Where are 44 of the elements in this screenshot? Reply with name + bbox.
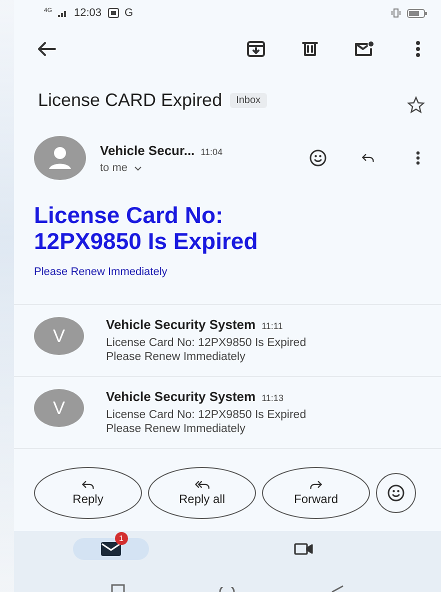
sender-name: Vehicle Security System xyxy=(106,389,256,404)
carrier-label: G xyxy=(124,7,134,19)
unread-badge: 1 xyxy=(114,532,128,545)
avatar: V xyxy=(34,317,84,355)
emoji-reaction-button[interactable] xyxy=(307,147,329,169)
sender-name: Vehicle Secur... xyxy=(100,142,195,158)
smiley-icon xyxy=(387,484,405,502)
signal-icon xyxy=(58,9,68,17)
back-icon[interactable] xyxy=(330,585,344,592)
reply-button[interactable]: Reply xyxy=(34,467,142,519)
message-heading: License Card No: 12PX9850 Is Expired xyxy=(34,202,259,254)
subject-title: License CARD Expired xyxy=(38,90,222,110)
archive-button[interactable] xyxy=(245,38,267,60)
message-preview: License Card No: 12PX9850 Is Expired Please Renew Immediately xyxy=(106,408,306,436)
more-icon xyxy=(416,41,420,57)
smiley-icon xyxy=(309,149,327,167)
message-time: 11:04 xyxy=(200,146,223,156)
recipient-text: to me xyxy=(100,162,128,174)
reply-all-icon xyxy=(194,480,210,490)
message-time: 11:11 xyxy=(262,321,283,331)
reply-all-button[interactable]: Reply all xyxy=(148,467,256,519)
message-icon xyxy=(108,8,119,18)
mail-icon xyxy=(100,542,121,556)
avatar xyxy=(34,136,86,180)
vibrate-icon xyxy=(391,8,401,18)
message-time: 11:13 xyxy=(262,393,284,403)
star-button[interactable] xyxy=(405,94,427,116)
forward-button[interactable]: Forward xyxy=(262,467,370,519)
avatar: V xyxy=(34,389,84,427)
reply-icon xyxy=(81,480,95,490)
recents-icon[interactable] xyxy=(111,584,126,592)
reply-icon xyxy=(361,153,375,163)
emoji-button[interactable] xyxy=(376,473,416,513)
message-preview: License Card No: 12PX9850 Is Expired Please Renew Immediately xyxy=(106,336,306,364)
inbox-label: Inbox xyxy=(230,92,267,108)
clock: 12:03 xyxy=(74,7,102,19)
video-camera-icon xyxy=(294,542,314,556)
battery-icon xyxy=(407,8,427,18)
sender-name: Vehicle Security System xyxy=(106,317,256,332)
message-body: Please Renew Immediately xyxy=(34,266,168,278)
chevron-icon xyxy=(134,166,142,170)
forward-icon xyxy=(309,480,323,490)
home-icon[interactable] xyxy=(219,587,236,592)
more-icon xyxy=(416,151,420,165)
